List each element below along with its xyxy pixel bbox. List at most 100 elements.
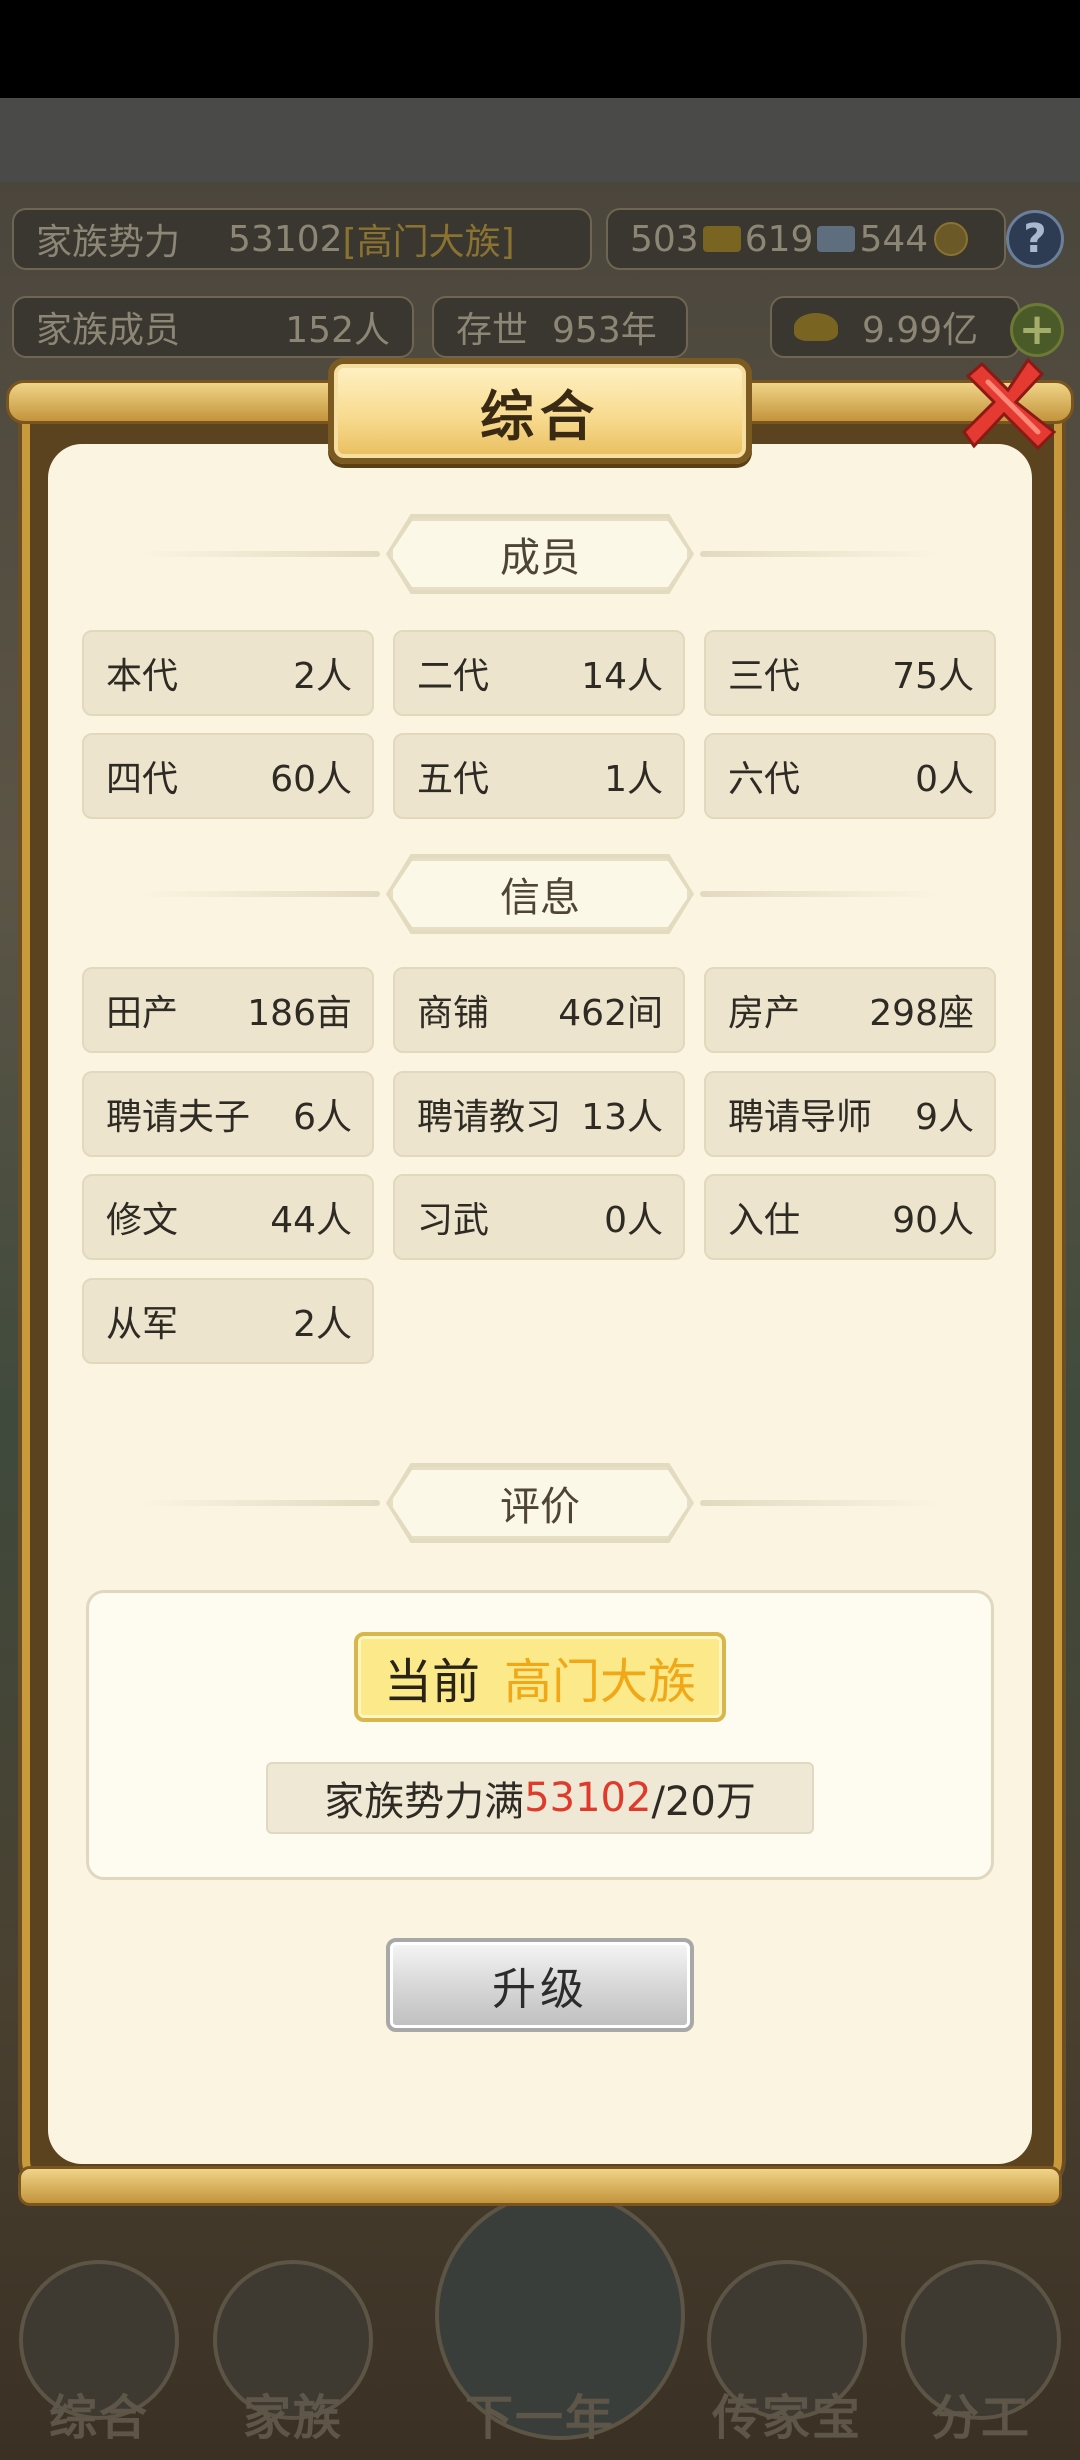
stat-value: 60人 [270, 759, 352, 800]
clan-power-chip: 家族势力 53102 [高门大族] [12, 208, 592, 270]
nav-division-label: 分工 [930, 2390, 1031, 2446]
add-gold-icon[interactable]: + [1010, 303, 1064, 357]
stat-label: 四代 [106, 759, 179, 800]
nav-overview[interactable]: 综合 [4, 2180, 194, 2460]
stat-value: 1人 [604, 759, 663, 800]
stat-cell: 入仕 90人 [704, 1174, 996, 1260]
stat-cell: 六代 0人 [704, 733, 996, 819]
clan-rank: [高门大族] [342, 222, 515, 263]
stat-cell: 聘请导师 9人 [704, 1071, 996, 1157]
stat-value: 13人 [581, 1097, 663, 1138]
nav-division[interactable]: 分工 [886, 2180, 1076, 2460]
stat-label: 入仕 [728, 1200, 801, 1241]
power-label: 家族势力满 [324, 1779, 525, 1825]
power-current: 53102 [524, 1775, 652, 1821]
clan-power-label: 家族势力 [36, 222, 181, 263]
stat-label: 聘请夫子 [106, 1097, 251, 1138]
nav-next-year[interactable]: 下一年 [435, 2180, 685, 2460]
stat-label: 从军 [106, 1304, 179, 1345]
members-label: 家族成员 [36, 310, 181, 351]
bottom-nav: 综合 家族 下一年 传家宝 分工 [0, 2180, 1080, 2460]
nav-clan[interactable]: 家族 [198, 2180, 388, 2460]
members-section-title: 成员 [390, 518, 690, 590]
stat-label: 聘请教习 [417, 1097, 562, 1138]
stat-cell: 聘请夫子 6人 [82, 1071, 374, 1157]
nav-heirloom-label: 传家宝 [711, 2390, 862, 2446]
evaluation-section-header: 评价 [140, 1463, 940, 1543]
nav-clan-label: 家族 [242, 2390, 343, 2446]
help-icon[interactable]: ? [1006, 210, 1064, 268]
close-icon [962, 357, 1057, 451]
stat-cell: 从军 2人 [82, 1278, 374, 1364]
current-label: 当前 [383, 1654, 480, 1710]
silver-bar-icon [817, 226, 856, 252]
stat-label: 商铺 [417, 993, 490, 1034]
stat-value: 2人 [293, 656, 352, 697]
resource-b-value: 619 [744, 218, 814, 260]
resource-c-value: 544 [859, 218, 929, 260]
info-section-header: 信息 [140, 854, 940, 934]
members-chip: 家族成员 152人 [12, 296, 414, 358]
stat-value: 0人 [604, 1200, 663, 1241]
close-button[interactable] [958, 352, 1064, 458]
stat-cell: 五代 1人 [393, 733, 685, 819]
info-section-title: 信息 [390, 858, 690, 930]
stat-value: 298座 [869, 993, 974, 1034]
clan-power-value: 53102 [228, 218, 343, 260]
stat-cell: 三代 75人 [704, 630, 996, 716]
stat-label: 六代 [728, 759, 801, 800]
upgrade-button[interactable]: 升级 [386, 1938, 694, 2032]
coin-icon [934, 222, 969, 256]
current-rank: 高门大族 [504, 1654, 697, 1710]
nav-next-year-label: 下一年 [464, 2390, 615, 2446]
stat-label: 三代 [728, 656, 801, 697]
stat-label: 二代 [417, 656, 490, 697]
power-target: /20万 [651, 1779, 756, 1825]
stat-value: 6人 [293, 1097, 352, 1138]
power-progress: 家族势力满 53102/20万 [266, 1762, 814, 1834]
stat-value: 2人 [293, 1304, 352, 1345]
members-value: 152人 [285, 310, 390, 351]
stat-value: 0人 [915, 759, 974, 800]
stat-label: 修文 [106, 1200, 179, 1241]
stat-cell: 四代 60人 [82, 733, 374, 819]
stat-value: 90人 [892, 1200, 974, 1241]
years-value: 953年 [552, 310, 657, 351]
dialog-title: 综合 [480, 384, 600, 448]
stat-cell: 田产 186亩 [82, 967, 374, 1053]
stat-value: 462间 [558, 993, 663, 1034]
stat-value: 44人 [270, 1200, 352, 1241]
years-label: 存世 [456, 310, 529, 351]
gold-ingot-icon [794, 313, 838, 341]
stat-value: 9人 [915, 1097, 974, 1138]
nav-overview-label: 综合 [48, 2390, 149, 2446]
resource-chip: 503 619 544 [606, 208, 1006, 270]
resource-a-value: 503 [630, 218, 699, 260]
stat-value: 75人 [892, 656, 974, 697]
gold-bar-icon [702, 226, 741, 252]
dialog-title-plaque: 综合 [328, 358, 752, 464]
top-strip [0, 98, 1080, 182]
years-chip: 存世 953年 [432, 296, 688, 358]
current-rank-badge: 当前 高门大族 [354, 1632, 726, 1722]
stat-label: 本代 [106, 656, 179, 697]
stat-cell: 修文 44人 [82, 1174, 374, 1260]
stat-label: 田产 [106, 993, 179, 1034]
members-section-header: 成员 [140, 514, 940, 594]
stat-cell: 习武 0人 [393, 1174, 685, 1260]
evaluation-section-title: 评价 [390, 1467, 690, 1539]
stat-cell: 房产 298座 [704, 967, 996, 1053]
stat-cell: 二代 14人 [393, 630, 685, 716]
stat-value: 14人 [581, 656, 663, 697]
gold-chip: 9.99亿 [770, 296, 1020, 358]
stat-label: 习武 [417, 1200, 490, 1241]
stat-label: 房产 [728, 993, 801, 1034]
stat-label: 聘请导师 [728, 1097, 873, 1138]
stat-cell: 聘请教习 13人 [393, 1071, 685, 1157]
gold-value: 9.99亿 [862, 310, 979, 351]
stat-cell: 商铺 462间 [393, 967, 685, 1053]
stat-value: 186亩 [247, 993, 352, 1034]
nav-heirloom[interactable]: 传家宝 [692, 2180, 882, 2460]
status-bar [0, 0, 1080, 98]
stat-cell: 本代 2人 [82, 630, 374, 716]
